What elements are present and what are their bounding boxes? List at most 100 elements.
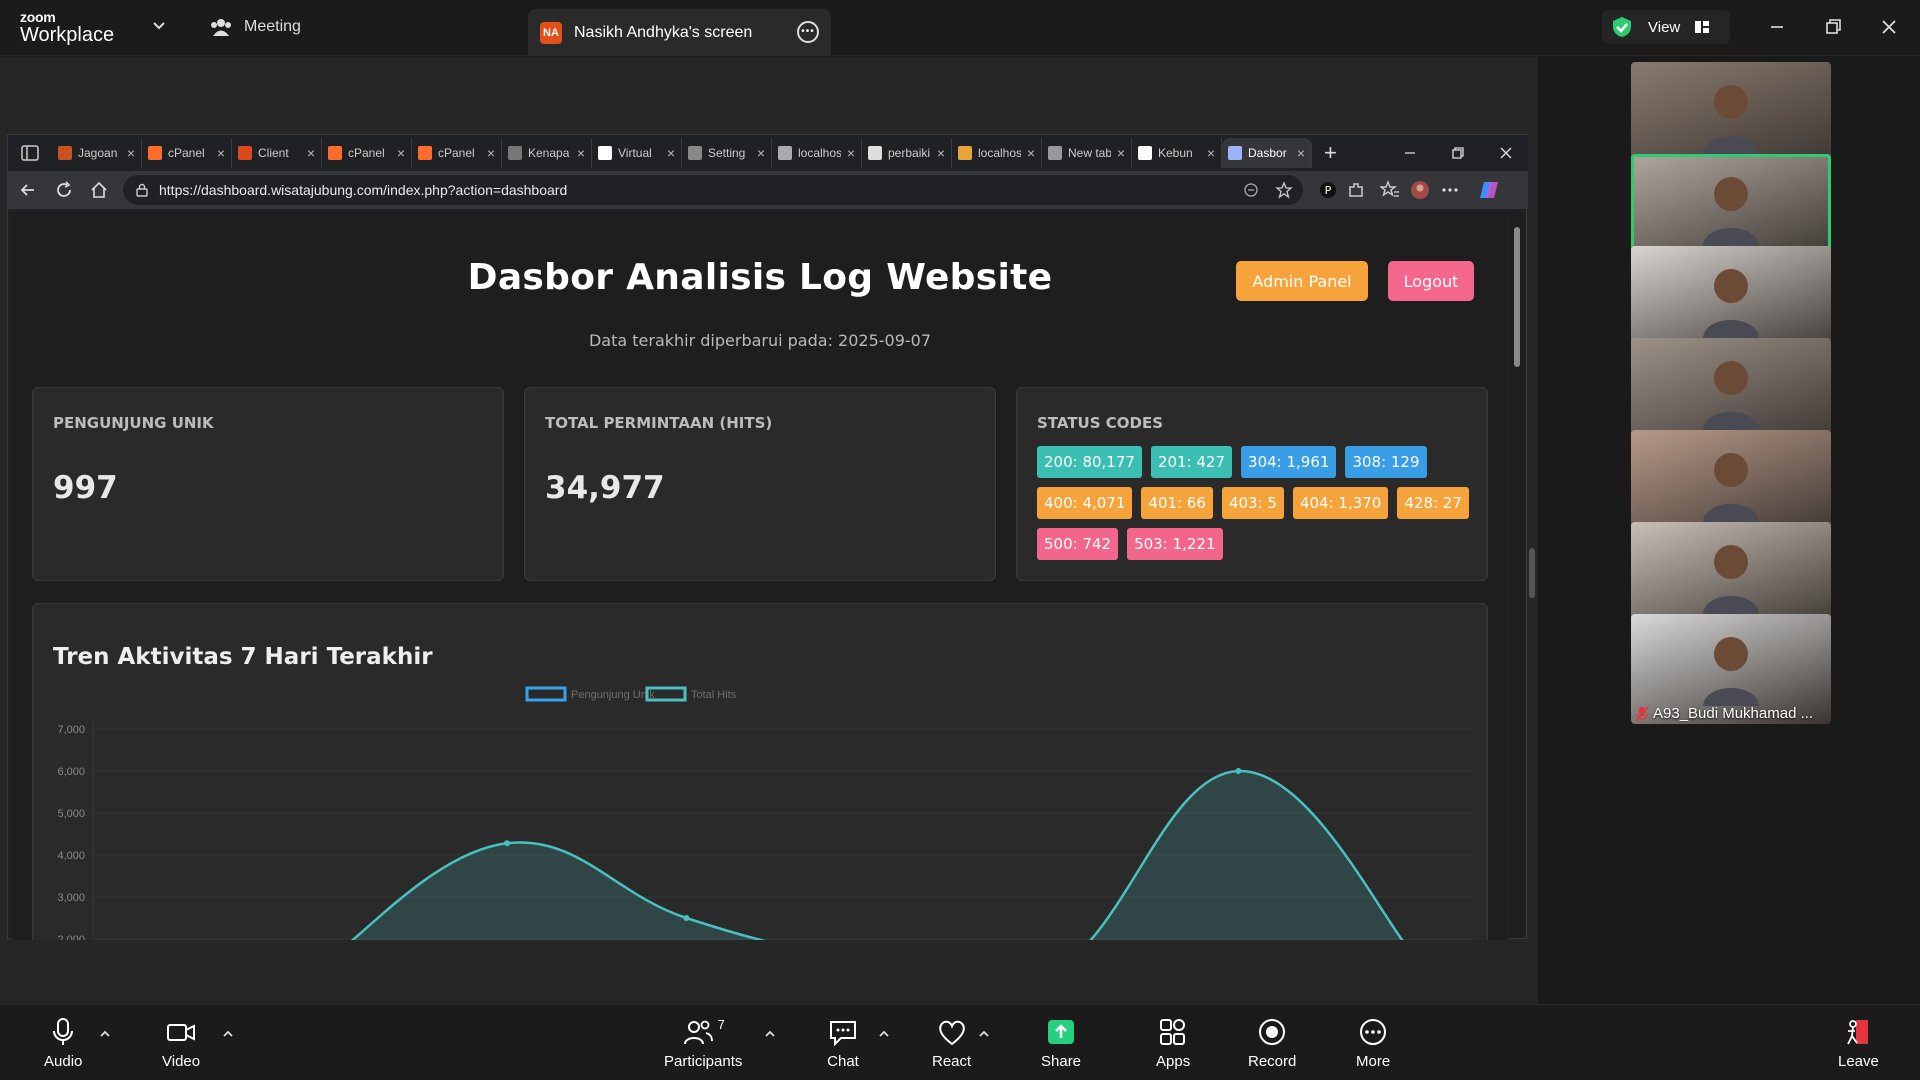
- browser-tab[interactable]: Jagoan ×: [52, 138, 142, 168]
- participants-options-caret[interactable]: [763, 1027, 777, 1041]
- participant-silhouette: [1703, 177, 1759, 246]
- browser-tab[interactable]: cPanel ×: [142, 138, 232, 168]
- minimize-icon[interactable]: [1764, 14, 1790, 40]
- leave-icon: [1847, 1020, 1869, 1045]
- status-codes-card: STATUS CODES 200: 80,177 201: 427 304: 1,9…: [1016, 387, 1488, 581]
- tab-label: Setting: [708, 146, 746, 160]
- participant-name-label: A93_Budi Mukhamad ...: [1635, 705, 1829, 722]
- audio-options-caret[interactable]: [98, 1027, 112, 1041]
- puzzle-icon[interactable]: [1346, 180, 1366, 200]
- chart-y-tick-label: 4,000: [57, 850, 85, 862]
- tab-close-icon[interactable]: ×: [127, 145, 135, 161]
- browser-restore-icon[interactable]: [1450, 145, 1466, 161]
- extension-icon[interactable]: P: [1318, 180, 1338, 200]
- browser-tab[interactable]: localhost ×: [952, 138, 1042, 168]
- browser-tab[interactable]: cPanel ×: [412, 138, 502, 168]
- share-button[interactable]: Share: [1041, 1017, 1081, 1070]
- browser-tab[interactable]: New tab ×: [1042, 138, 1132, 168]
- browser-tab[interactable]: Kenapa ×: [502, 138, 592, 168]
- browser-tab[interactable]: Setting ×: [682, 138, 772, 168]
- close-icon[interactable]: [1876, 14, 1902, 40]
- tab-close-icon[interactable]: ×: [1117, 145, 1125, 161]
- video-label: Video: [162, 1053, 201, 1070]
- logout-button[interactable]: Logout: [1388, 261, 1474, 301]
- tab-favicon-icon: [58, 146, 72, 160]
- leave-button[interactable]: Leave: [1838, 1017, 1879, 1070]
- meeting-tab[interactable]: Meeting: [210, 17, 301, 37]
- tab-favicon-icon: [598, 146, 612, 160]
- browser-minimize-icon[interactable]: [1402, 145, 1418, 161]
- tab-close-icon[interactable]: ×: [577, 145, 585, 161]
- browser-close-icon[interactable]: [1498, 145, 1514, 161]
- copilot-icon[interactable]: [1478, 178, 1502, 202]
- chat-options-caret[interactable]: [877, 1027, 891, 1041]
- admin-panel-button[interactable]: Admin Panel: [1236, 261, 1368, 301]
- more-button[interactable]: More: [1356, 1017, 1390, 1070]
- back-icon[interactable]: [18, 180, 38, 200]
- screen-share-tab[interactable]: NA Nasikh Andhyka's screen •••: [528, 9, 831, 56]
- status-code-badge: 428: 27: [1397, 487, 1469, 519]
- restore-icon[interactable]: [1820, 14, 1846, 40]
- record-icon: [1259, 1019, 1286, 1045]
- tab-close-icon[interactable]: ×: [307, 145, 315, 161]
- menu-dots-icon[interactable]: [1440, 180, 1460, 200]
- tab-close-icon[interactable]: ×: [847, 145, 855, 161]
- browser-tab[interactable]: Client ×: [232, 138, 322, 168]
- chart-y-tick-label: 6,000: [57, 766, 85, 778]
- browser-tab[interactable]: cPanel ×: [322, 138, 412, 168]
- participant-video-tile[interactable]: A93_Budi Mukhamad ...: [1631, 614, 1831, 724]
- tab-close-icon[interactable]: ×: [487, 145, 495, 161]
- tab-actions-icon[interactable]: [8, 143, 52, 163]
- audio-button[interactable]: Audio: [44, 1017, 82, 1070]
- home-icon[interactable]: [89, 180, 109, 200]
- react-options-caret[interactable]: [977, 1027, 991, 1041]
- video-button[interactable]: Video: [162, 1017, 200, 1070]
- scrollbar-thumb[interactable]: [1514, 227, 1520, 367]
- url-field[interactable]: https://dashboard.wisatajubung.com/index…: [123, 175, 1303, 205]
- legend-label: Total Hits: [691, 689, 737, 701]
- reader-icon[interactable]: [1243, 182, 1259, 198]
- address-bar: https://dashboard.wisatajubung.com/index…: [8, 171, 1528, 209]
- meeting-toolbar: Audio Video 7 Participants Chat React Sh…: [0, 1004, 1920, 1080]
- tab-close-icon[interactable]: ×: [397, 145, 405, 161]
- data-point: [683, 915, 690, 921]
- tab-close-icon[interactable]: ×: [757, 145, 765, 161]
- tab-close-icon[interactable]: ×: [1207, 145, 1215, 161]
- refresh-icon[interactable]: [54, 180, 74, 200]
- video-options-caret[interactable]: [221, 1027, 235, 1041]
- tab-close-icon[interactable]: ×: [937, 145, 945, 161]
- new-tab-icon[interactable]: +: [1324, 140, 1337, 166]
- browser-tab[interactable]: perbaiki ×: [862, 138, 952, 168]
- gallery-resize-handle[interactable]: [1529, 548, 1535, 598]
- tab-favicon-icon: [418, 146, 432, 160]
- participant-silhouette: [1703, 269, 1759, 338]
- browser-tab[interactable]: localhost ×: [772, 138, 862, 168]
- participants-icon: [683, 1020, 713, 1045]
- profile-avatar-icon[interactable]: [1410, 180, 1430, 200]
- tab-close-icon[interactable]: ×: [1027, 145, 1035, 161]
- apps-label: Apps: [1156, 1053, 1191, 1070]
- card-label: STATUS CODES: [1037, 414, 1164, 432]
- tab-close-icon[interactable]: ×: [667, 145, 675, 161]
- react-button[interactable]: React: [932, 1017, 971, 1070]
- lock-icon: [136, 183, 148, 197]
- chat-button[interactable]: Chat: [827, 1017, 859, 1070]
- participants-button[interactable]: 7 Participants: [664, 1017, 742, 1070]
- star-icon[interactable]: [1275, 181, 1293, 199]
- browser-tab[interactable]: Dasbor ×: [1222, 138, 1312, 168]
- more-options-icon[interactable]: •••: [797, 21, 819, 43]
- browser-tab[interactable]: Virtual ×: [592, 138, 682, 168]
- favorites-icon[interactable]: [1380, 180, 1400, 200]
- page-scrollbar[interactable]: [1510, 213, 1524, 938]
- view-button[interactable]: View: [1602, 10, 1730, 44]
- shield-check-icon: [1613, 17, 1631, 37]
- browser-tab[interactable]: Kebun ×: [1132, 138, 1222, 168]
- data-point: [1235, 768, 1242, 774]
- tab-close-icon[interactable]: ×: [217, 145, 225, 161]
- chevron-down-icon[interactable]: [152, 18, 166, 32]
- record-button[interactable]: Record: [1248, 1017, 1296, 1070]
- tab-favicon-icon: [778, 146, 792, 160]
- tab-close-icon[interactable]: ×: [1297, 145, 1305, 161]
- tab-favicon-icon: [958, 146, 972, 160]
- apps-button[interactable]: Apps: [1156, 1017, 1190, 1070]
